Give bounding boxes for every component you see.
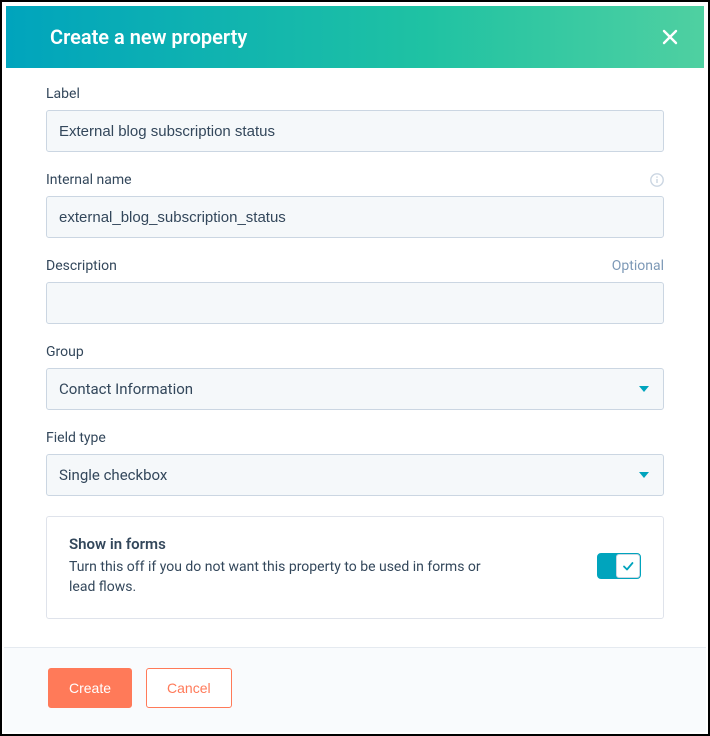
info-icon[interactable] (650, 173, 664, 187)
create-button[interactable]: Create (48, 668, 132, 708)
dialog-footer: Create Cancel (4, 647, 706, 732)
field-internal-name: Internal name (46, 172, 664, 238)
check-icon (621, 559, 635, 573)
field-description: Description Optional (46, 258, 664, 324)
field-type-select-value: Single checkbox (59, 466, 167, 484)
label-text-group: Group (46, 344, 84, 360)
dialog-create-property: Create a new property Label Internal nam… (0, 0, 710, 736)
caret-down-icon (637, 382, 651, 396)
field-group: Group Contact Information (46, 344, 664, 410)
label-text-internal-name: Internal name (46, 172, 132, 188)
dialog-body: Label Internal name Description Optional… (2, 68, 708, 619)
label-text-description: Description (46, 258, 117, 274)
show-in-forms-toggle[interactable] (597, 553, 641, 579)
field-label: Label (46, 86, 664, 152)
dialog-title: Create a new property (50, 25, 247, 49)
label-text-label: Label (46, 86, 80, 102)
show-in-forms-panel: Show in forms Turn this off if you do no… (46, 516, 664, 619)
dialog-header: Create a new property (6, 6, 704, 68)
caret-down-icon (637, 468, 651, 482)
show-in-forms-title: Show in forms (69, 535, 573, 553)
group-select[interactable]: Contact Information (46, 368, 664, 410)
optional-text: Optional (612, 258, 664, 274)
internal-name-input[interactable] (46, 196, 664, 238)
field-type-select[interactable]: Single checkbox (46, 454, 664, 496)
label-text-field-type: Field type (46, 430, 106, 446)
group-select-value: Contact Information (59, 380, 193, 398)
close-icon[interactable] (660, 27, 680, 47)
toggle-knob (616, 554, 640, 578)
field-field-type: Field type Single checkbox (46, 430, 664, 496)
show-in-forms-description: Turn this off if you do not want this pr… (69, 557, 499, 598)
cancel-button[interactable]: Cancel (146, 668, 232, 708)
label-input[interactable] (46, 110, 664, 152)
description-input[interactable] (46, 282, 664, 324)
